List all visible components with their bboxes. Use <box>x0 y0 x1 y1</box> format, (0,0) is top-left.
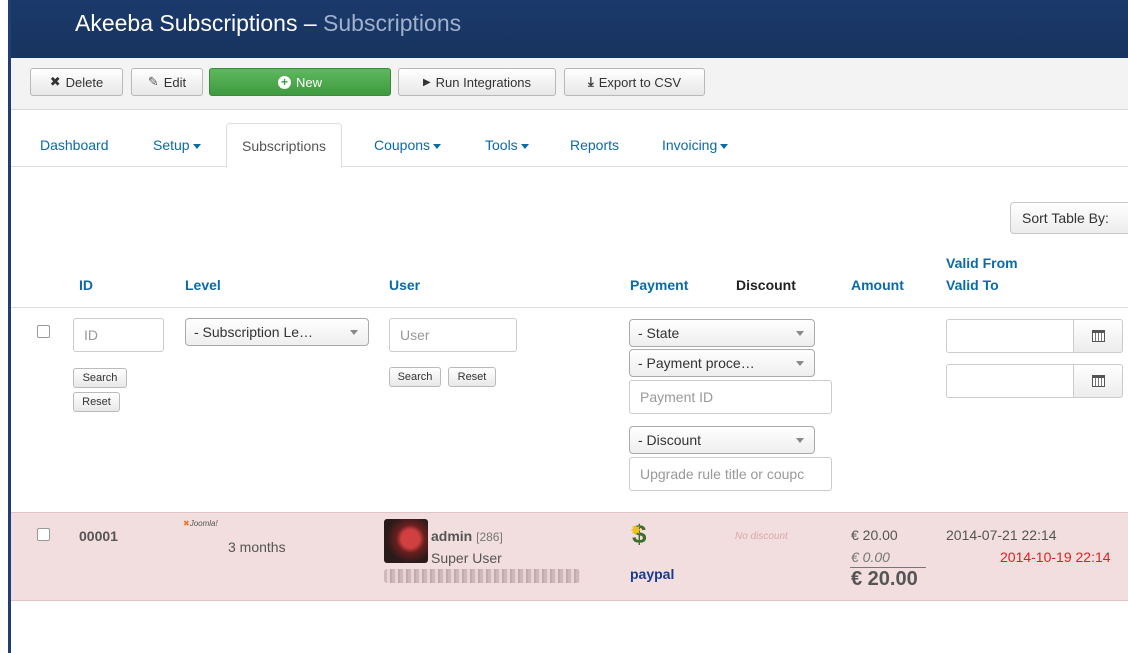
tab-tools[interactable]: Tools <box>485 110 529 167</box>
plus-circle-icon: + <box>277 75 291 89</box>
table-row[interactable] <box>11 512 1128 601</box>
chevron-down-icon <box>720 143 729 149</box>
payment-processor-select[interactable]: - Payment proce… <box>629 349 815 377</box>
row-tax-amount: € 0.00 <box>851 549 890 565</box>
delete-button[interactable]: ✖ Delete <box>30 68 123 96</box>
row-id[interactable]: 00001 <box>79 528 118 544</box>
tab-dashboard[interactable]: Dashboard <box>40 110 109 167</box>
page-header: Akeeba Subscriptions – Subscriptions <box>11 0 1128 58</box>
toolbar: ✖ Delete ✎ Edit + New ▶ Run Integrations… <box>11 58 1128 110</box>
joomla-logo: ✖Joomla! <box>183 519 218 528</box>
avatar <box>384 519 428 563</box>
tab-coupons[interactable]: Coupons <box>374 110 442 167</box>
column-header-valid-to[interactable]: Valid To <box>946 277 999 293</box>
row-valid-from: 2014-07-21 22:14 <box>946 527 1057 543</box>
column-header-payment[interactable]: Payment <box>630 277 688 293</box>
chevron-down-icon <box>796 331 804 336</box>
row-user-fullname: Super User <box>431 550 502 566</box>
chevron-down-icon <box>520 143 529 149</box>
upgrade-rule-input[interactable]: Upgrade rule title or coupc <box>629 457 832 491</box>
edit-icon: ✎ <box>147 74 159 89</box>
valid-from-calendar-button[interactable] <box>1073 319 1123 353</box>
window-left-edge <box>0 0 11 653</box>
row-valid-to: 2014-10-19 22:14 <box>1000 549 1111 565</box>
blurred-email <box>384 569 580 583</box>
play-icon: ▶ <box>422 76 431 88</box>
valid-to-date-input[interactable] <box>946 364 1074 398</box>
header-divider <box>11 307 1128 308</box>
column-header-amount[interactable]: Amount <box>851 277 904 293</box>
star-icon: ✸ <box>630 522 642 538</box>
title-separator: – <box>303 10 317 36</box>
row-discount: No discount <box>735 531 788 542</box>
sort-table-select[interactable]: Sort Table By: <box>1010 202 1128 234</box>
close-icon: ✖ <box>49 74 61 89</box>
select-all-checkbox[interactable] <box>37 325 50 338</box>
run-integrations-button[interactable]: ▶ Run Integrations <box>398 68 556 96</box>
chevron-down-icon <box>796 438 804 443</box>
column-header-level[interactable]: Level <box>185 277 221 293</box>
column-header-id[interactable]: ID <box>79 277 93 293</box>
new-button[interactable]: + New <box>209 68 391 96</box>
id-filter-input[interactable]: ID <box>73 318 164 352</box>
calendar-icon <box>1091 375 1105 387</box>
row-gross-amount: € 20.00 <box>851 568 918 590</box>
subscription-level-select[interactable]: - Subscription Le… <box>185 318 369 346</box>
row-checkbox[interactable] <box>37 528 50 541</box>
user-filter-input[interactable]: User <box>389 318 517 352</box>
tab-setup[interactable]: Setup <box>153 110 201 167</box>
tab-subscriptions[interactable]: Subscriptions <box>226 123 343 168</box>
chevron-down-icon <box>796 361 804 366</box>
payment-method: paypal <box>630 566 675 582</box>
joomla-icon: ✖ <box>183 519 190 528</box>
id-reset-button[interactable]: Reset <box>73 392 120 412</box>
column-header-discount: Discount <box>736 277 796 293</box>
id-search-button[interactable]: Search <box>73 368 127 388</box>
app-name: Akeeba Subscriptions <box>75 10 298 36</box>
column-header-user[interactable]: User <box>389 277 420 293</box>
valid-from-date-input[interactable] <box>946 319 1074 353</box>
main-nav-tabs: Dashboard Setup Subscriptions Coupons To… <box>11 110 1128 168</box>
row-net-amount: € 20.00 <box>851 527 898 543</box>
download-icon: ⤓ <box>587 74 594 89</box>
export-csv-button[interactable]: ⤓ Export to CSV <box>564 68 705 96</box>
edit-button[interactable]: ✎ Edit <box>131 68 203 96</box>
row-level[interactable]: 3 months <box>228 539 286 555</box>
page-title: Akeeba Subscriptions – Subscriptions <box>75 10 461 37</box>
valid-to-calendar-button[interactable] <box>1073 364 1123 398</box>
user-reset-button[interactable]: Reset <box>448 367 496 387</box>
state-select[interactable]: - State <box>629 319 815 347</box>
column-header-valid-from[interactable]: Valid From <box>946 255 1018 271</box>
chevron-down-icon <box>350 330 358 335</box>
tab-invoicing[interactable]: Invoicing <box>662 110 729 167</box>
dollar-icon: ✸ $ <box>630 519 646 549</box>
calendar-icon <box>1091 330 1105 342</box>
user-search-button[interactable]: Search <box>389 367 441 387</box>
chevron-down-icon <box>192 143 201 149</box>
section-name: Subscriptions <box>323 10 462 36</box>
row-user[interactable]: admin [286] <box>431 528 503 544</box>
discount-select[interactable]: - Discount <box>629 426 815 454</box>
tab-reports[interactable]: Reports <box>570 110 619 167</box>
payment-id-input[interactable]: Payment ID <box>629 380 832 414</box>
chevron-down-icon <box>433 143 442 149</box>
